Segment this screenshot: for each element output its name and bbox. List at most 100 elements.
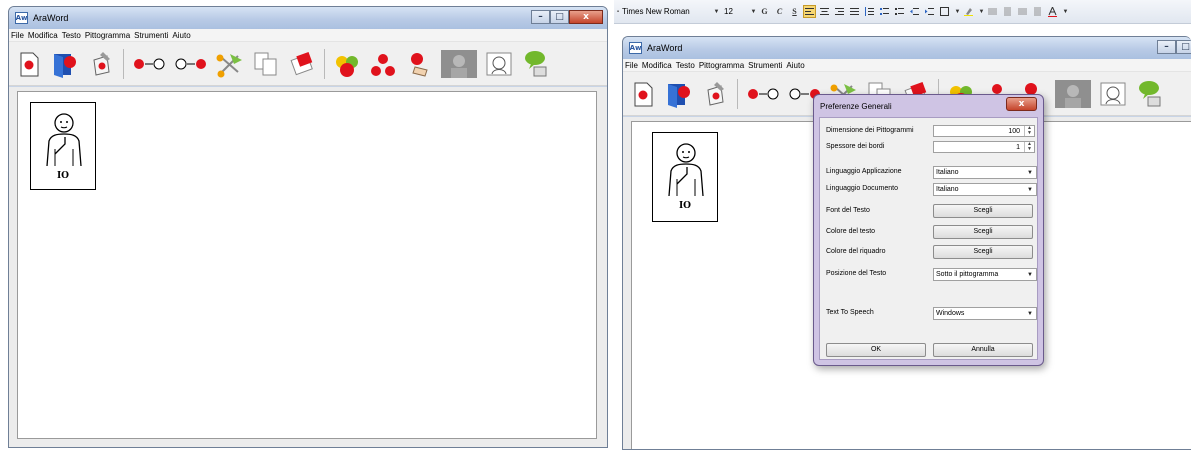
next-word-icon[interactable] bbox=[174, 50, 208, 78]
document-area: IO bbox=[9, 87, 607, 447]
borders-icon[interactable] bbox=[938, 5, 951, 18]
choose-font-button[interactable]: Scegli bbox=[933, 204, 1033, 218]
menu-strumenti[interactable]: Strumenti bbox=[134, 31, 168, 40]
apples-icon[interactable] bbox=[369, 50, 397, 78]
document-page[interactable]: IO bbox=[17, 91, 597, 439]
save-icon[interactable] bbox=[701, 80, 729, 108]
italic-button[interactable]: C bbox=[773, 5, 786, 18]
face-icon[interactable] bbox=[485, 50, 513, 78]
app-logo-icon: Aw bbox=[15, 12, 28, 24]
font-size-value: 12 bbox=[724, 7, 733, 16]
choose-text-color-button[interactable]: Scegli bbox=[933, 225, 1033, 239]
previous-word-icon[interactable] bbox=[746, 80, 780, 108]
align-center-icon[interactable] bbox=[818, 5, 831, 18]
ok-button[interactable]: OK bbox=[826, 343, 926, 357]
font-color-icon[interactable] bbox=[1046, 5, 1059, 18]
paste-icon[interactable] bbox=[288, 50, 316, 78]
new-document-icon[interactable] bbox=[629, 80, 657, 108]
font-color-dropdown-icon[interactable]: ▼ bbox=[1061, 6, 1070, 18]
menu-aiuto[interactable]: Aiuto bbox=[786, 61, 804, 70]
maximize-button[interactable]: □ bbox=[550, 10, 569, 24]
menu-testo[interactable]: Testo bbox=[62, 31, 81, 40]
choose-frame-color-button[interactable]: Scegli bbox=[933, 245, 1033, 259]
maximize-button[interactable]: □ bbox=[1176, 40, 1191, 54]
decrease-indent-icon[interactable] bbox=[908, 5, 921, 18]
text-position-select[interactable]: Sotto il pittogramma ▼ bbox=[933, 268, 1037, 281]
dialog-close-button[interactable]: x bbox=[1006, 97, 1037, 111]
menu-aiuto[interactable]: Aiuto bbox=[172, 31, 190, 40]
tts-select[interactable]: Windows ▼ bbox=[933, 307, 1037, 320]
menu-modifica[interactable]: Modifica bbox=[642, 61, 672, 70]
speak-icon[interactable] bbox=[521, 50, 549, 78]
stepper-arrows-icon[interactable]: ▲ ▼ bbox=[1024, 126, 1034, 136]
bulleted-list-icon[interactable] bbox=[878, 5, 891, 18]
highlight-icon[interactable] bbox=[962, 5, 975, 18]
previous-word-icon[interactable] bbox=[132, 50, 166, 78]
font-size-combo[interactable]: 12 bbox=[721, 4, 749, 20]
chevron-down-icon: ▼ bbox=[1027, 311, 1033, 317]
window-title: AraWord bbox=[647, 43, 683, 53]
border-thickness-stepper[interactable]: 1 ▲ ▼ bbox=[933, 141, 1035, 153]
underline-button[interactable]: S bbox=[788, 5, 801, 18]
menu-file[interactable]: File bbox=[11, 31, 24, 40]
pictogram-size-label: Dimensione dei Pittogrammi bbox=[826, 127, 914, 134]
menu-modifica[interactable]: Modifica bbox=[28, 31, 58, 40]
apple-hand-icon[interactable] bbox=[405, 50, 433, 78]
pictogram-size-stepper[interactable]: 100 ▲ ▼ bbox=[933, 125, 1035, 137]
menu-testo[interactable]: Testo bbox=[676, 61, 695, 70]
borders-dropdown-icon[interactable]: ▼ bbox=[953, 6, 962, 18]
increase-indent-icon[interactable] bbox=[923, 5, 936, 18]
format-toolbar: ▪ Times New Roman ▼ 12 ▼ G C S ▼ ▼ ▼ bbox=[614, 0, 1191, 24]
speak-icon[interactable] bbox=[1135, 80, 1163, 108]
grayscale-pictogram-icon[interactable] bbox=[441, 49, 477, 78]
line-spacing-icon[interactable] bbox=[863, 5, 876, 18]
font-name-dropdown-icon[interactable]: ▼ bbox=[712, 6, 721, 18]
face-icon[interactable] bbox=[1099, 80, 1127, 108]
doc-language-select[interactable]: Italiano ▼ bbox=[933, 183, 1037, 196]
menu-file[interactable]: File bbox=[625, 61, 638, 70]
menu-pittogramma[interactable]: Pittogramma bbox=[699, 61, 744, 70]
save-icon[interactable] bbox=[87, 50, 115, 78]
disabled-tool-icon-1 bbox=[986, 5, 999, 18]
align-left-icon[interactable] bbox=[803, 5, 816, 18]
fruit-group-icon[interactable] bbox=[333, 50, 361, 78]
minimize-button[interactable]: – bbox=[1157, 40, 1176, 54]
justify-icon[interactable] bbox=[848, 5, 861, 18]
right-title-bar[interactable]: Aw AraWord – □ bbox=[623, 37, 1191, 59]
minimize-button[interactable]: – bbox=[531, 10, 550, 24]
left-toolbar bbox=[9, 42, 607, 86]
screenshot-root: Aw AraWord – □ x File Modifica Testo Pit… bbox=[0, 0, 1191, 450]
app-language-value: Italiano bbox=[936, 169, 959, 176]
window-title: AraWord bbox=[33, 13, 69, 23]
font-name-combo[interactable]: Times New Roman bbox=[622, 4, 712, 20]
left-title-bar[interactable]: Aw AraWord – □ x bbox=[9, 7, 607, 29]
toolbar-overflow-icon[interactable]: ▪ bbox=[614, 9, 622, 15]
menu-strumenti[interactable]: Strumenti bbox=[748, 61, 782, 70]
highlight-dropdown-icon[interactable]: ▼ bbox=[977, 6, 986, 18]
font-name-value: Times New Roman bbox=[622, 7, 690, 16]
grayscale-pictogram-icon[interactable] bbox=[1055, 79, 1091, 108]
right-menu-bar: File Modifica Testo Pittogramma Strument… bbox=[623, 59, 1191, 72]
font-size-dropdown-icon[interactable]: ▼ bbox=[749, 6, 758, 18]
cut-icon[interactable] bbox=[216, 50, 244, 78]
tts-value: Windows bbox=[936, 310, 965, 317]
app-language-select[interactable]: Italiano ▼ bbox=[933, 166, 1037, 179]
toolbar-separator bbox=[737, 78, 738, 109]
pictogram-card[interactable]: IO bbox=[652, 132, 718, 222]
bold-button[interactable]: G bbox=[758, 5, 771, 18]
pictogram-card[interactable]: IO bbox=[30, 102, 96, 190]
new-document-icon[interactable] bbox=[15, 50, 43, 78]
align-right-icon[interactable] bbox=[833, 5, 846, 18]
person-pointing-icon bbox=[668, 143, 704, 197]
stepper-arrows-icon[interactable]: ▲ ▼ bbox=[1024, 142, 1034, 152]
open-document-icon[interactable] bbox=[665, 80, 693, 108]
disabled-tool-icon-4 bbox=[1031, 5, 1044, 18]
menu-pittogramma[interactable]: Pittogramma bbox=[85, 31, 130, 40]
cancel-button[interactable]: Annulla bbox=[933, 343, 1033, 357]
chevron-down-icon: ▼ bbox=[1027, 272, 1033, 278]
doc-language-label: Linguaggio Documento bbox=[826, 185, 898, 192]
copy-icon[interactable] bbox=[252, 50, 280, 78]
close-button[interactable]: x bbox=[569, 10, 603, 24]
numbered-list-icon[interactable] bbox=[893, 5, 906, 18]
open-document-icon[interactable] bbox=[51, 50, 79, 78]
